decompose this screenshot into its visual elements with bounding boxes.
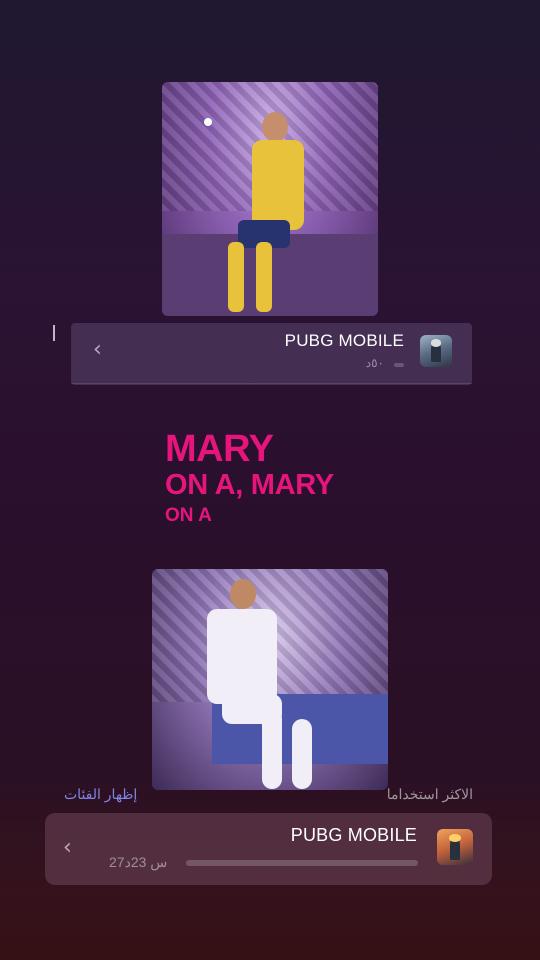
chevron-left-icon[interactable]: ‹: [63, 835, 72, 860]
app-usage-card[interactable]: ‹ PUBG MOBILE 27س 23د: [45, 813, 492, 885]
player-figure: [228, 112, 316, 312]
show-categories-link[interactable]: إظهار الفئات: [64, 786, 137, 803]
app-usage-card[interactable]: ‹ PUBG MOBILE ٥٠د: [71, 323, 472, 385]
usage-bar: [186, 860, 418, 866]
photo-player-white-kit: [152, 569, 388, 790]
lyric-line-2: ON A, MARY: [165, 469, 334, 501]
edge-marker: [53, 325, 55, 341]
usage-bar: [394, 363, 404, 367]
divider: [71, 383, 472, 384]
bottom-fade: [0, 890, 540, 960]
lyric-line-3: ON A: [165, 505, 212, 526]
pubg-app-icon: [420, 335, 452, 367]
pubg-app-icon: [437, 829, 473, 865]
lyric-line-1: MARY: [165, 428, 274, 470]
app-title: PUBG MOBILE: [290, 825, 417, 845]
usage-time: 27س 23د: [109, 854, 168, 870]
usage-time: ٥٠د: [365, 356, 384, 370]
app-title: PUBG MOBILE: [284, 331, 404, 350]
chevron-left-icon[interactable]: ‹: [93, 337, 102, 362]
floodlight: [204, 118, 212, 126]
most-used-label: الاكثر استخداما: [386, 786, 473, 802]
photo-player-yellow-kit: [162, 82, 378, 316]
